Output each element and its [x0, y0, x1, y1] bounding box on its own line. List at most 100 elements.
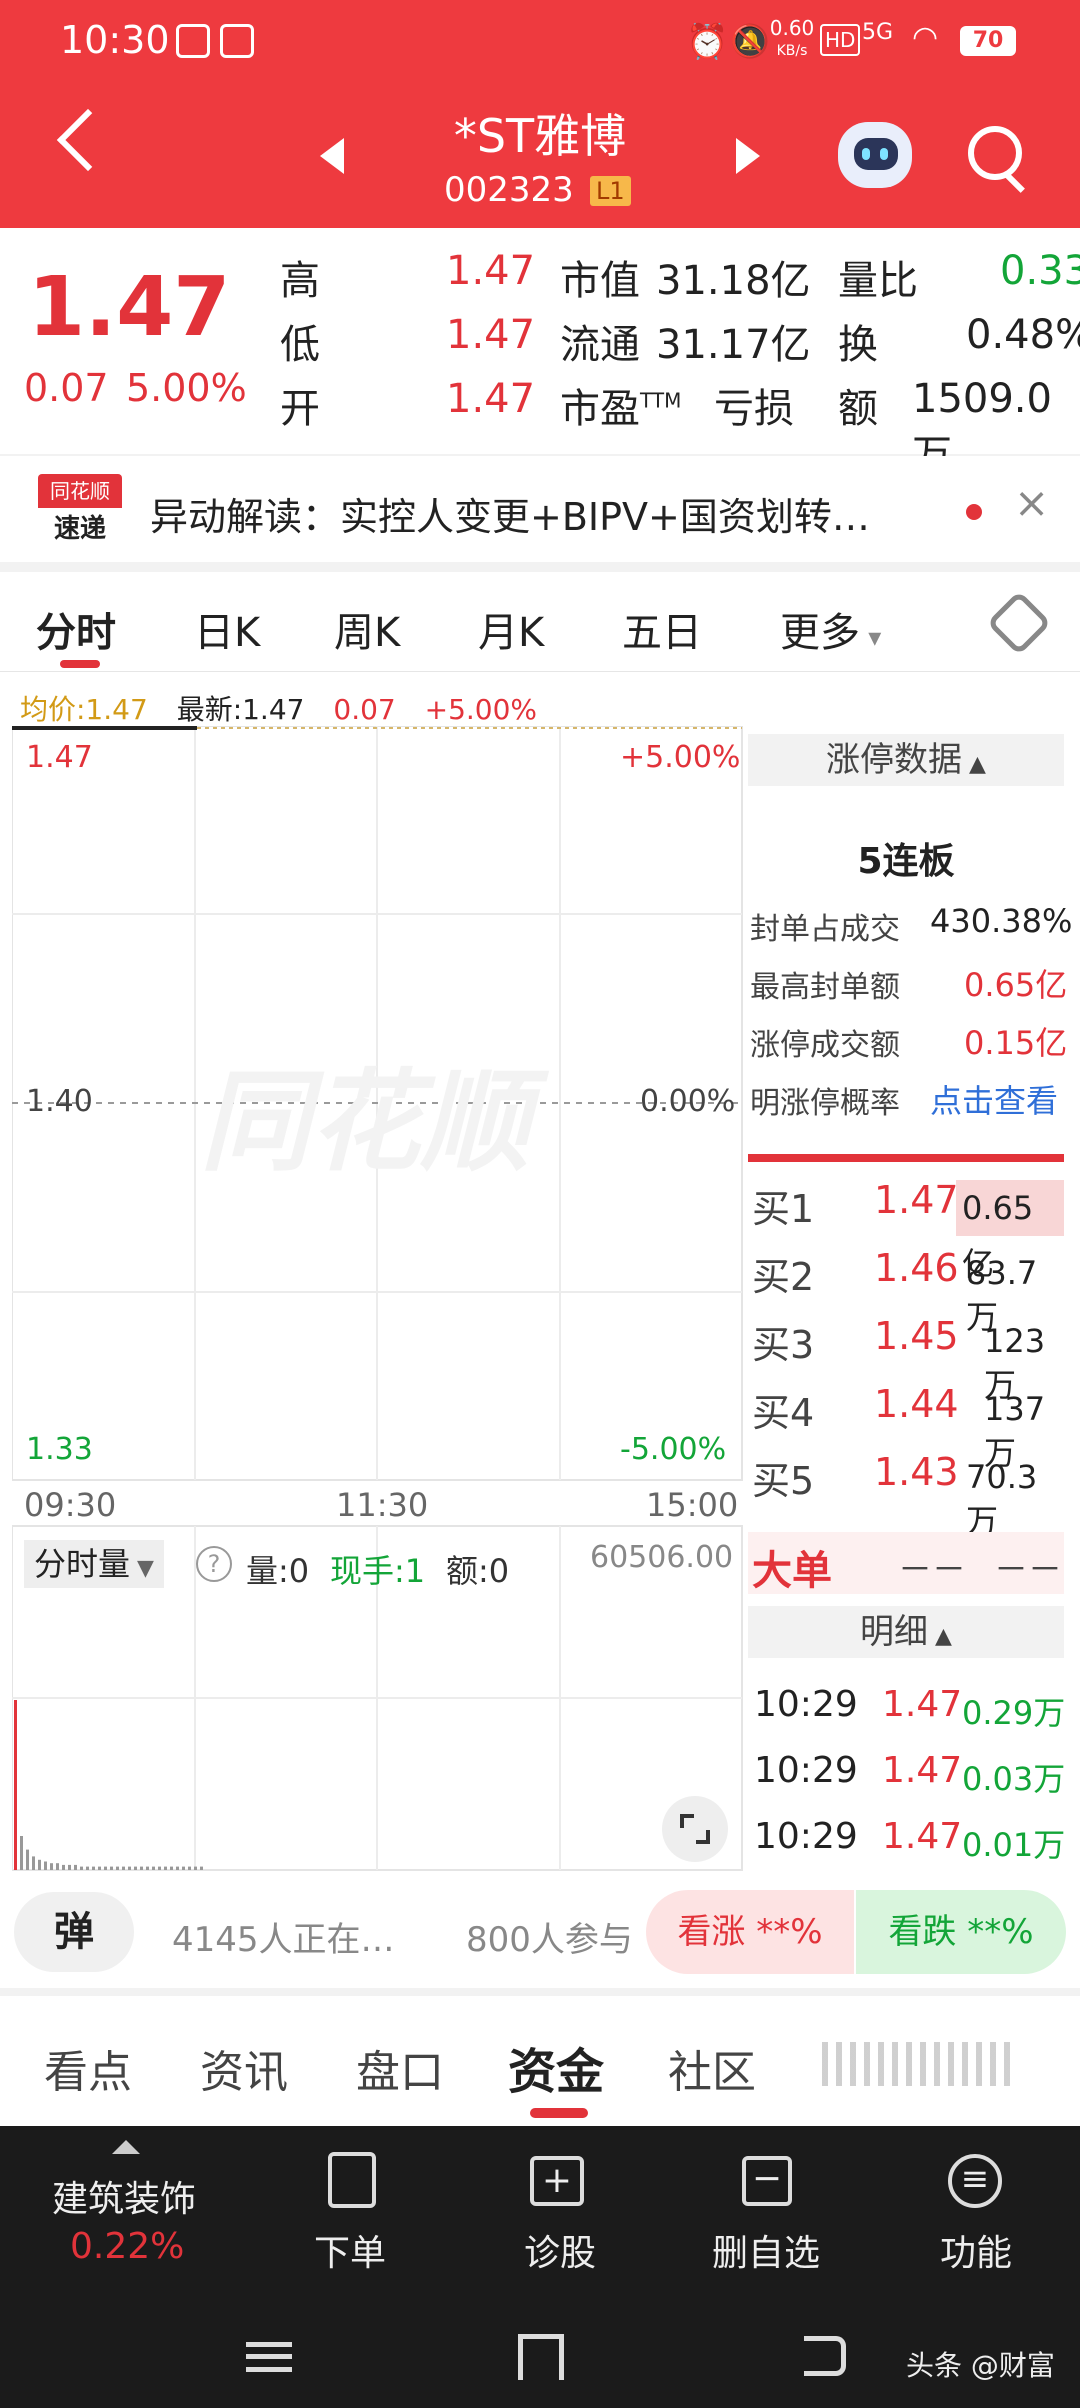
- orderbook-row: 买3 1.45 123万: [748, 1314, 1064, 1404]
- volume-bar: [98, 1866, 101, 1870]
- limit-prob-link[interactable]: 点击查看: [930, 1076, 1058, 1122]
- dock-function[interactable]: 功能: [940, 2224, 1012, 2276]
- limit-row-1-label: 最高封单额: [750, 970, 900, 1005]
- intraday-chart-area: 均价:1.47 最新:1.47 0.07 +5.00% 同花顺 1.47 +5.…: [0, 672, 1080, 1872]
- time-start: 09:30: [24, 1486, 117, 1524]
- volume-ratio-label: 量比: [838, 258, 918, 304]
- ths-logo-top: 同花顺: [38, 474, 122, 508]
- volume-selector[interactable]: 分时量 ▼: [24, 1540, 164, 1588]
- volume-amount: 额:0: [446, 1552, 510, 1590]
- watching-count: 4145人正在…: [172, 1920, 395, 1960]
- vote-up-button[interactable]: 看涨 **%: [646, 1890, 854, 1974]
- tab-news[interactable]: 资讯: [200, 2036, 288, 2100]
- chevron-down-icon: ▼: [130, 1556, 154, 1581]
- dock-order[interactable]: 下单: [314, 2224, 386, 2276]
- volume-bar: [164, 1866, 167, 1870]
- limit-row-0-value: 430.38%: [930, 902, 1073, 940]
- ob-label: 买3: [752, 1323, 815, 1367]
- pct-label-top: +5.00%: [620, 740, 741, 775]
- detail-header[interactable]: 明细 ▲: [748, 1606, 1064, 1658]
- ob-label: 买4: [752, 1391, 815, 1435]
- tab-community[interactable]: 社区: [668, 2036, 756, 2100]
- diagnose-icon[interactable]: +: [530, 2156, 584, 2206]
- info-tab-indicator: [530, 2108, 588, 2118]
- volume-bar: [110, 1866, 113, 1870]
- limit-board: 5连板: [857, 841, 955, 882]
- tab-highlights[interactable]: 看点: [44, 2036, 132, 2100]
- unread-dot-icon: [966, 504, 982, 520]
- stock-name: *ST雅博: [453, 109, 627, 163]
- bottom-dock: 建筑装饰 0.22% 下单 + 诊股 − 删自选 ≡ 功能: [0, 2126, 1080, 2306]
- legend-change-pct: +5.00%: [424, 693, 538, 726]
- tab-intraday[interactable]: 分时: [36, 600, 116, 658]
- orderbook-row: 买1 1.47 0.65亿: [748, 1178, 1064, 1283]
- search-icon[interactable]: [968, 126, 1022, 180]
- limit-data-header[interactable]: 涨停数据 ▲: [748, 734, 1064, 786]
- detail-time: 10:29: [754, 1750, 858, 1791]
- low-label: 低: [280, 322, 320, 368]
- dock-diagnose[interactable]: 诊股: [524, 2224, 596, 2276]
- detail-price: 1.47: [882, 1684, 963, 1725]
- limit-row-0-label: 封单占成交: [750, 912, 900, 947]
- tab-more[interactable]: 更多 ▾: [780, 600, 881, 658]
- volume-bar: [128, 1866, 131, 1870]
- limit-row-3-label: 明涨停概率: [750, 1086, 900, 1121]
- volume-bar: [68, 1864, 71, 1870]
- tab-daily-k[interactable]: 日K: [194, 600, 260, 658]
- volume-bar: [194, 1866, 197, 1870]
- remove-watchlist-icon[interactable]: −: [742, 2156, 792, 2206]
- order-icon[interactable]: [328, 2152, 376, 2208]
- float-cap-label: 流通: [560, 322, 640, 368]
- tab-weekly-k[interactable]: 周K: [334, 600, 400, 658]
- high-label: 高: [280, 258, 320, 304]
- fullscreen-icon[interactable]: [662, 1796, 728, 1862]
- app-notification-icon: [176, 24, 210, 58]
- volume-bar: [134, 1866, 137, 1870]
- chart-tabs: 分时 日K 周K 月K 五日 更多 ▾: [0, 572, 1080, 672]
- volume-bar: [80, 1866, 83, 1870]
- tab-capital[interactable]: 资金: [508, 2032, 604, 2102]
- limit-row-1-value: 0.65亿: [964, 966, 1068, 1004]
- volume-bar: [38, 1859, 41, 1870]
- dock-remove-watchlist[interactable]: 删自选: [712, 2224, 820, 2276]
- net-speed-value: 0.60: [769, 16, 815, 40]
- next-stock-icon[interactable]: [736, 138, 760, 174]
- volume-bar: [74, 1864, 77, 1870]
- sector-name[interactable]: 建筑装饰: [52, 2170, 196, 2222]
- legend-change: 0.07: [333, 693, 396, 726]
- ob-vol: 70.3万: [966, 1458, 1038, 1540]
- market-cap-label: 市值: [560, 258, 640, 304]
- volume-bar: [176, 1866, 179, 1870]
- vote-down-button[interactable]: 看跌 **%: [856, 1890, 1066, 1974]
- volume-bar: [104, 1866, 107, 1870]
- tab-monthly-k[interactable]: 月K: [478, 600, 544, 658]
- hd-icon: HD: [820, 24, 861, 56]
- detail-vol: 0.03万: [962, 1760, 1066, 1798]
- volume-bar: [122, 1866, 125, 1870]
- back-icon[interactable]: [56, 108, 120, 172]
- home-icon[interactable]: [518, 2334, 564, 2380]
- robot-assistant-icon[interactable]: [838, 122, 912, 188]
- tab-orderbook[interactable]: 盘口: [356, 2036, 444, 2100]
- news-text[interactable]: 异动解读：实控人变更+BIPV+国资划转…: [150, 486, 930, 541]
- tab-five-day[interactable]: 五日: [622, 600, 702, 658]
- signal-icon: 5G: [862, 20, 894, 45]
- volume-bar: [44, 1861, 47, 1870]
- back-nav-icon[interactable]: [804, 2336, 846, 2376]
- close-icon[interactable]: ×: [1014, 478, 1049, 527]
- volume-bar: [140, 1866, 143, 1870]
- news-banner[interactable]: 同花顺 速递 异动解读：实控人变更+BIPV+国资划转… ×: [0, 456, 1080, 562]
- ob-price: 1.44: [874, 1382, 959, 1426]
- function-icon[interactable]: ≡: [948, 2154, 1002, 2208]
- pct-label-mid: 0.00%: [640, 1084, 736, 1119]
- tab-overflow-icon[interactable]: [822, 2042, 1018, 2086]
- open-value: 1.47: [446, 376, 536, 422]
- danmu-button[interactable]: 弹: [14, 1892, 134, 1972]
- settings-icon[interactable]: [986, 590, 1052, 656]
- market-cap-value: 31.18亿: [656, 258, 811, 304]
- high-value: 1.47: [446, 248, 536, 294]
- help-icon[interactable]: ?: [196, 1546, 232, 1582]
- prev-stock-icon[interactable]: [320, 138, 344, 174]
- big-order-label: 大单: [752, 1548, 832, 1594]
- ob-price: 1.45: [874, 1314, 959, 1358]
